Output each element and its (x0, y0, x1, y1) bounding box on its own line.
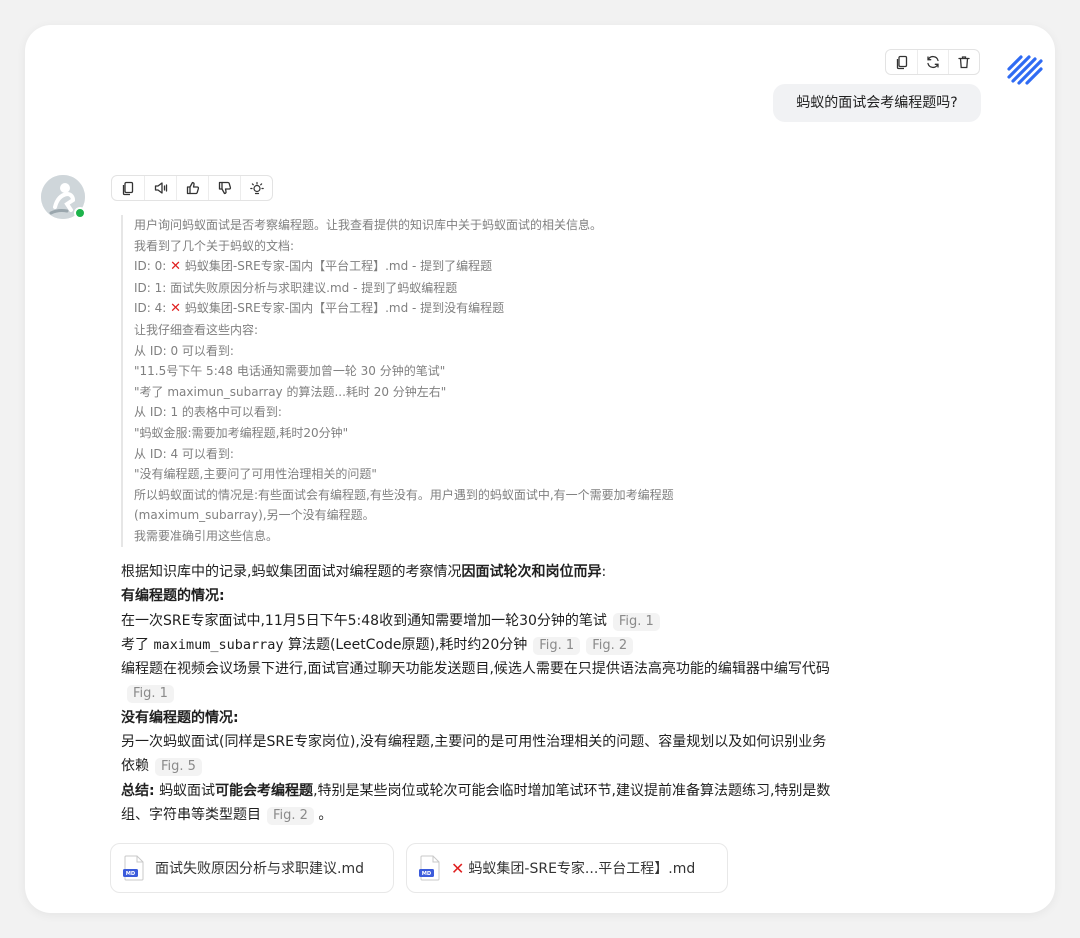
citation-badge[interactable]: Fig. 2 (586, 636, 634, 655)
file-type-label: MD (126, 871, 136, 877)
answer-text: 在一次SRE专家面试中,11月5日下午5:48收到通知需要增加一轮30分钟的笔试 (121, 612, 607, 629)
reference-file-name: 面试失败原因分析与求职建议.md (155, 861, 364, 877)
answer-heading: 有编程题的情况: (121, 584, 841, 608)
copy-icon (122, 181, 134, 196)
reasoning-line: 让我仔细查看这些内容: (134, 322, 259, 337)
reasoning-doc-id: ID: 0: (134, 259, 167, 274)
reference-file-card[interactable]: MD ✕ 蚂蚁集团-SRE专家...平台工程】.md (406, 843, 728, 893)
answer-paragraph: 另一次蚂蚁面试(同样是SRE专家岗位),没有编程题,主要问的是可用性治理相关的问… (121, 730, 833, 779)
answer-intro-emphasis: 因面试轮次和岗位而异 (461, 564, 602, 580)
dislike-button[interactable] (208, 176, 240, 200)
citation-badge[interactable]: Fig. 1 (612, 612, 660, 631)
reference-files: MD 面试失败原因分析与求职建议.md MD ✕ 蚂蚁集团-SRE专家...平台… (110, 843, 728, 893)
file-type-label: MD (422, 871, 432, 877)
reasoning-line: "蚂蚁金服:需要加考编程题,耗时20分钟" (134, 425, 349, 440)
like-button[interactable] (176, 176, 208, 200)
reasoning-line: 我看到了几个关于蚂蚁的文档: (134, 238, 295, 253)
answer-heading: 没有编程题的情况: (121, 706, 841, 730)
thumbs-down-icon (218, 181, 231, 195)
copy-icon (896, 55, 907, 70)
speaker-icon (154, 182, 167, 194)
app-logo-icon (1007, 55, 1043, 85)
answer-paragraph: 考了 maximum_subarray 算法题(LeetCode原题),耗时约2… (121, 633, 841, 657)
markdown-file-icon: MD (123, 855, 144, 881)
regenerate-button[interactable] (917, 50, 948, 74)
lightbulb-icon (249, 181, 264, 195)
reasoning-line: 从 ID: 0 可以看到: (134, 343, 234, 358)
answer-heading-text: 没有编程题的情况: (121, 709, 239, 726)
inline-code: maximum_subarray (153, 636, 284, 653)
reasoning-doc-text: 蚂蚁集团-SRE专家-国内【平台工程】.md - 提到没有编程题 (184, 301, 505, 316)
cross-mark-icon: ✕ (451, 858, 465, 878)
reasoning-line: 所以蚂蚁面试的情况是:有些面试会有编程题,有些没有。用户遇到的蚂蚁面试中,有一个… (134, 487, 674, 523)
cross-mark-icon: ✕ (170, 301, 182, 317)
reasoning-line: "考了 maximun_subarray 的算法题...耗时 20 分钟左右" (134, 384, 447, 399)
answer-text: 考了 (121, 636, 149, 653)
answer-paragraph: 编程题在视频会议场景下进行,面试官通过聊天功能发送题目,候选人需要在只提供语法高… (121, 657, 833, 706)
answer-paragraph: 在一次SRE专家面试中,11月5日下午5:48收到通知需要增加一轮30分钟的笔试… (121, 609, 841, 633)
reasoning-line: "11.5号下午 5:48 电话通知需要加曾一轮 30 分钟的笔试" (134, 364, 446, 379)
delete-button[interactable] (948, 50, 979, 74)
reasoning-line: ID: 4: ✕ 蚂蚁集团-SRE专家-国内【平台工程】.md - 提到没有编程… (134, 298, 841, 320)
read-aloud-button[interactable] (144, 176, 176, 200)
citation-badge[interactable]: Fig. 5 (155, 758, 202, 777)
answer-heading-text: 有编程题的情况: (121, 588, 225, 605)
summary-label: 总结: (121, 782, 155, 799)
reasoning-line: ID: 1: 面试失败原因分析与求职建议.md - 提到了蚂蚁编程题 (134, 280, 458, 295)
reasoning-line: 从 ID: 1 的表格中可以看到: (134, 405, 282, 420)
summary-emphasis: 可能会考编程题 (215, 782, 314, 799)
markdown-file-icon: MD (419, 855, 440, 881)
answer-summary: 总结: 蚂蚁面试可能会考编程题,特别是某些岗位或轮次可能会临时增加笔试环节,建议… (121, 779, 833, 828)
reference-file-card[interactable]: MD 面试失败原因分析与求职建议.md (110, 843, 394, 893)
citation-badge[interactable]: Fig. 1 (127, 685, 174, 704)
answer-text: 编程题在视频会议场景下进行,面试官通过聊天功能发送题目,候选人需要在只提供语法高… (121, 661, 830, 678)
insight-button[interactable] (240, 176, 272, 200)
cross-mark-icon: ✕ (170, 259, 182, 275)
reasoning-line: "没有编程题,主要问了可用性治理相关的问题" (134, 467, 377, 482)
reasoning-block: 用户询问蚂蚁面试是否考察编程题。让我查看提供的知识库中关于蚂蚁面试的相关信息。 … (121, 215, 841, 547)
user-message-toolbar (885, 49, 980, 75)
reasoning-line: 用户询问蚂蚁面试是否考察编程题。让我查看提供的知识库中关于蚂蚁面试的相关信息。 (134, 218, 603, 232)
answer-intro: 根据知识库中的记录,蚂蚁集团面试对编程题的考察情况因面试轮次和岗位而异: (121, 560, 841, 584)
answer-intro-end: : (601, 564, 607, 580)
assistant-answer: 根据知识库中的记录,蚂蚁集团面试对编程题的考察情况因面试轮次和岗位而异: 有编程… (121, 560, 841, 827)
chat-window: 蚂蚁的面试会考编程题吗? 用户询问蚂蚁面试是否考察编程题。让我查看提供的知识库中… (25, 25, 1055, 913)
reasoning-line: 从 ID: 4 可以看到: (134, 446, 234, 461)
reasoning-line: 我需要准确引用这些信息。 (134, 528, 279, 543)
thumbs-up-icon (186, 181, 199, 195)
refresh-icon (927, 55, 939, 69)
trash-icon (958, 56, 970, 69)
user-message-bubble: 蚂蚁的面试会考编程题吗? (773, 84, 981, 122)
reasoning-line: ID: 0: ✕ 蚂蚁集团-SRE专家-国内【平台工程】.md - 提到了编程题 (134, 256, 841, 278)
reasoning-doc-text: 蚂蚁集团-SRE专家-国内【平台工程】.md - 提到了编程题 (184, 259, 493, 274)
reference-file-name: 蚂蚁集团-SRE专家...平台工程】.md (468, 861, 696, 877)
answer-text: 另一次蚂蚁面试(同样是SRE专家岗位),没有编程题,主要问的是可用性治理相关的问… (121, 734, 827, 775)
citation-badge[interactable]: Fig. 1 (533, 636, 581, 655)
copy-answer-button[interactable] (112, 176, 144, 200)
assistant-message-toolbar (111, 175, 273, 201)
answer-text: 蚂蚁面试 (159, 782, 216, 799)
citation-badge[interactable]: Fig. 2 (267, 806, 314, 825)
answer-intro-text: 根据知识库中的记录,蚂蚁集团面试对编程题的考察情况 (121, 564, 462, 580)
copy-button[interactable] (886, 50, 917, 74)
reasoning-doc-id: ID: 4: (134, 301, 167, 316)
answer-text: 算法题(LeetCode原题),耗时约20分钟 (287, 636, 528, 653)
answer-text: 。 (318, 806, 333, 823)
online-status-indicator (74, 207, 86, 219)
